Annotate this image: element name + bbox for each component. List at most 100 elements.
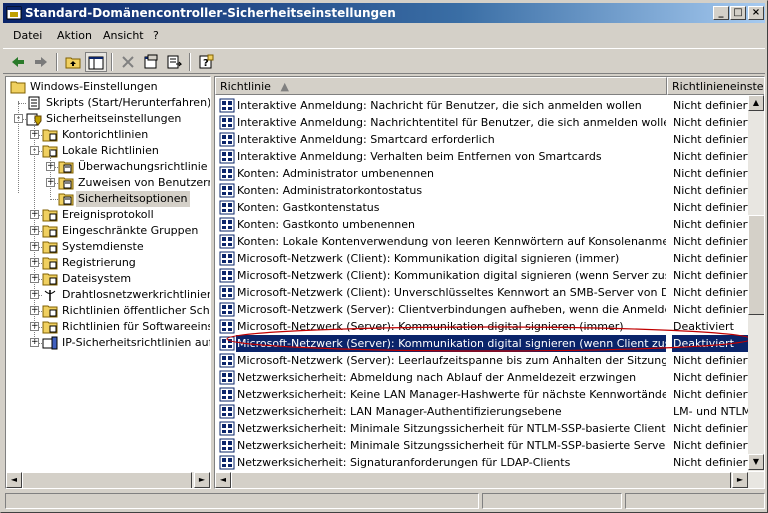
policy-setting-value: Nicht definiert bbox=[673, 269, 749, 282]
policy-setting-value: Nicht definiert bbox=[673, 184, 749, 197]
delete-icon[interactable] bbox=[117, 52, 139, 72]
policy-row[interactable]: Interaktive Anmeldung: Verhalten beim En… bbox=[215, 148, 749, 165]
policy-row[interactable]: Interaktive Anmeldung: Smartcard erforde… bbox=[215, 131, 749, 148]
folder-icon bbox=[42, 256, 58, 270]
tree-item-label: Richtlinien für Softwareeinschränkung bbox=[62, 320, 210, 333]
policy-name: Konten: Administratorkontostatus bbox=[237, 184, 423, 197]
policy-name: Konten: Administrator umbenennen bbox=[237, 167, 434, 180]
scroll-thumb[interactable] bbox=[748, 215, 764, 315]
tree-item-label: Sicherheitseinstellungen bbox=[46, 112, 182, 125]
policy-name: Konten: Gastkonto umbenennen bbox=[237, 218, 416, 231]
tree-item-label: Ereignisprotokoll bbox=[62, 208, 154, 221]
back-arrow-icon[interactable] bbox=[7, 52, 29, 72]
wireless-antenna-icon bbox=[42, 288, 58, 302]
toolbar-separator bbox=[111, 53, 113, 71]
tree-item-label: Überwachungsrichtlinie bbox=[78, 160, 208, 173]
maximize-button[interactable]: □ bbox=[730, 6, 746, 20]
scroll-down-button[interactable]: ▼ bbox=[748, 454, 764, 470]
column-header-policy[interactable]: Richtlinie ▲ bbox=[215, 77, 667, 95]
status-cell-2 bbox=[482, 493, 622, 509]
policy-row[interactable]: Microsoft-Netzwerk (Client): Kommunikati… bbox=[215, 267, 749, 284]
policy-row[interactable]: Microsoft-Netzwerk (Client): Kommunikati… bbox=[215, 250, 749, 267]
policy-setting-icon bbox=[219, 183, 235, 198]
tree-pane[interactable]: Windows-Einstellungen Skripts (Start/Heru… bbox=[5, 76, 211, 489]
policy-row[interactable]: Interaktive Anmeldung: Nachrichtentitel … bbox=[215, 114, 749, 131]
menu-ansicht[interactable]: Ansicht bbox=[103, 29, 144, 42]
annotation-ellipse bbox=[226, 326, 752, 352]
tree-item-label: IP-Sicherheitsrichtlinien auf Active Dir… bbox=[62, 336, 211, 349]
menu-help[interactable]: ? bbox=[153, 29, 159, 42]
up-folder-icon[interactable] bbox=[62, 52, 84, 72]
scroll-left-button[interactable]: ◄ bbox=[215, 472, 231, 488]
scroll-up-button[interactable]: ▲ bbox=[748, 95, 764, 111]
policy-name: Netzwerksicherheit: Minimale Sitzungssic… bbox=[237, 422, 666, 435]
policy-row[interactable]: Netzwerksicherheit: Keine LAN Manager-Ha… bbox=[215, 386, 749, 403]
policy-name: Netzwerksicherheit: Signaturanforderunge… bbox=[237, 456, 571, 469]
close-button[interactable]: × bbox=[748, 6, 764, 20]
policy-setting-icon bbox=[219, 370, 235, 385]
policy-name: Netzwerksicherheit: Abmeldung nach Ablau… bbox=[237, 371, 637, 384]
policy-row[interactable]: Netzwerksicherheit: LAN Manager-Authenti… bbox=[215, 403, 749, 420]
policy-setting-icon bbox=[219, 387, 235, 402]
show-hide-tree-icon[interactable] bbox=[85, 52, 107, 72]
policy-row[interactable]: Netzwerksicherheit: Abmeldung nach Ablau… bbox=[215, 369, 749, 386]
tree-horizontal-scrollbar[interactable]: ◄ ► bbox=[6, 472, 210, 488]
ip-security-icon bbox=[42, 336, 58, 350]
policy-setting-icon bbox=[219, 98, 235, 113]
policy-name: Microsoft-Netzwerk (Client): Kommunikati… bbox=[237, 252, 620, 265]
tree-connector bbox=[34, 117, 35, 343]
tree-item-label: Eingeschränkte Gruppen bbox=[62, 224, 199, 237]
list-vertical-scrollbar[interactable]: ▲ ▼ bbox=[748, 95, 764, 471]
policy-row[interactable]: Konten: Administrator umbenennen Nicht de… bbox=[215, 165, 749, 182]
policy-row[interactable]: Netzwerksicherheit: Signaturanforderunge… bbox=[215, 454, 749, 471]
scroll-left-button[interactable]: ◄ bbox=[6, 472, 22, 488]
scroll-right-button[interactable]: ► bbox=[194, 472, 210, 488]
list-horizontal-scrollbar[interactable]: ◄ ► bbox=[215, 472, 764, 488]
menu-aktion[interactable]: Aktion bbox=[57, 29, 92, 42]
policy-row[interactable]: Konten: Administratorkontostatus Nicht de… bbox=[215, 182, 749, 199]
policy-setting-value: Nicht definiert bbox=[673, 456, 749, 469]
policy-setting-value: Nicht definiert bbox=[673, 133, 749, 146]
policy-name: Interaktive Anmeldung: Verhalten beim En… bbox=[237, 150, 602, 163]
menu-datei[interactable]: Datei bbox=[13, 29, 42, 42]
details-pane[interactable]: Richtlinie ▲ Richtlinieneinstellung Inte… bbox=[214, 76, 765, 489]
policy-row[interactable]: Konten: Gastkonto umbenennen Nicht defini… bbox=[215, 216, 749, 233]
scroll-thumb[interactable] bbox=[231, 472, 731, 488]
policy-setting-icon bbox=[219, 234, 235, 249]
folder-icon bbox=[42, 320, 58, 334]
forward-arrow-icon[interactable] bbox=[30, 52, 52, 72]
export-list-icon[interactable] bbox=[163, 52, 185, 72]
folder-icon bbox=[42, 128, 58, 142]
tree-item-label: Windows-Einstellungen bbox=[30, 80, 158, 93]
policy-row[interactable]: Konten: Gastkontenstatus Nicht definiert bbox=[215, 199, 749, 216]
status-cell-3 bbox=[625, 493, 765, 509]
tree-item-label: Richtlinien öffentlicher Schlüssel bbox=[62, 304, 211, 317]
policy-name: Microsoft-Netzwerk (Client): Kommunikati… bbox=[237, 269, 666, 282]
policy-name: Interaktive Anmeldung: Nachrichtentitel … bbox=[237, 116, 666, 129]
policy-row[interactable]: Netzwerksicherheit: Minimale Sitzungssic… bbox=[215, 437, 749, 454]
policy-setting-icon bbox=[219, 438, 235, 453]
title-bar[interactable]: Standard-Domänencontroller-Sicherheitsei… bbox=[3, 3, 765, 23]
folder-icon bbox=[10, 80, 26, 94]
tree-connector bbox=[18, 103, 26, 104]
scroll-thumb[interactable] bbox=[22, 472, 192, 488]
tree-connector bbox=[18, 101, 19, 193]
properties-icon[interactable] bbox=[140, 52, 162, 72]
minimize-button[interactable]: _ bbox=[713, 6, 729, 20]
policy-setting-icon bbox=[219, 268, 235, 283]
policy-name: Netzwerksicherheit: Minimale Sitzungssic… bbox=[237, 439, 666, 452]
folder-icon bbox=[42, 224, 58, 238]
column-header-setting[interactable]: Richtlinieneinstellung bbox=[667, 77, 764, 95]
policy-row[interactable]: Microsoft-Netzwerk (Client): Unverschlüs… bbox=[215, 284, 749, 301]
scroll-right-button[interactable]: ► bbox=[732, 472, 748, 488]
help-icon[interactable]: ? bbox=[195, 52, 217, 72]
policy-setting-value: Nicht definiert bbox=[673, 252, 749, 265]
tree-item-label: Dateisystem bbox=[62, 272, 132, 285]
folder-icon bbox=[42, 304, 58, 318]
status-bar bbox=[5, 492, 765, 510]
folder-icon bbox=[58, 160, 74, 174]
policy-row[interactable]: Konten: Lokale Kontenverwendung von leer… bbox=[215, 233, 749, 250]
policy-row[interactable]: Interaktive Anmeldung: Nachricht für Ben… bbox=[215, 97, 749, 114]
policy-row[interactable]: Netzwerksicherheit: Minimale Sitzungssic… bbox=[215, 420, 749, 437]
policy-setting-icon bbox=[219, 132, 235, 147]
